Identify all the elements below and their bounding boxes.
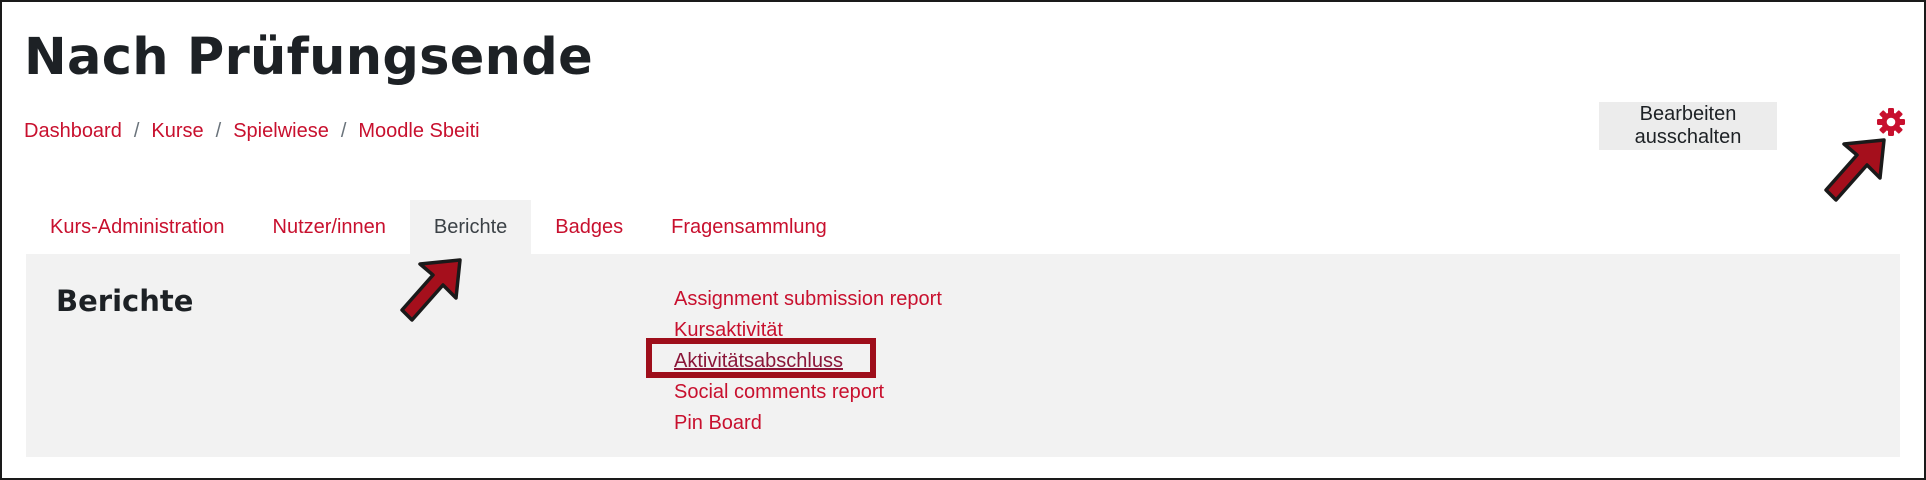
breadcrumb: Dashboard / Kurse / Spielwiese / Moodle … (24, 120, 480, 143)
breadcrumb-spielwiese[interactable]: Spielwiese (233, 120, 329, 143)
panel-title: Berichte (56, 284, 194, 318)
tab-berichte[interactable]: Berichte (409, 200, 532, 254)
edit-mode-toggle-button[interactable]: Bearbeiten ausschalten (1599, 102, 1777, 150)
highlight-box (646, 338, 876, 378)
list-item: Assignment submission report (674, 284, 942, 315)
reports-panel: Berichte Assignment submission report Ku… (26, 254, 1900, 457)
page-title: Nach Prüfungsende (24, 28, 593, 87)
list-item: Social comments report (674, 377, 942, 408)
breadcrumb-moodle-sbeiti[interactable]: Moodle Sbeiti (358, 120, 479, 143)
breadcrumb-dashboard[interactable]: Dashboard (24, 120, 122, 143)
link-social-comments-report[interactable]: Social comments report (674, 381, 884, 403)
annotation-arrow-icon (400, 258, 462, 322)
tab-badges[interactable]: Badges (531, 200, 647, 254)
tab-kurs-administration[interactable]: Kurs-Administration (26, 200, 249, 254)
tab-fragensammlung[interactable]: Fragensammlung (647, 200, 851, 254)
tab-nutzer-innen[interactable]: Nutzer/innen (249, 200, 410, 254)
breadcrumb-kurse[interactable]: Kurse (151, 120, 203, 143)
link-pin-board[interactable]: Pin Board (674, 412, 762, 434)
breadcrumb-separator: / (133, 120, 140, 142)
breadcrumb-separator: / (340, 120, 347, 142)
link-assignment-submission-report[interactable]: Assignment submission report (674, 288, 942, 310)
annotation-arrow-icon (1824, 138, 1886, 202)
breadcrumb-separator: / (215, 120, 222, 142)
list-item: Pin Board (674, 408, 942, 439)
course-admin-tabs: Kurs-Administration Nutzer/innen Bericht… (26, 200, 851, 254)
